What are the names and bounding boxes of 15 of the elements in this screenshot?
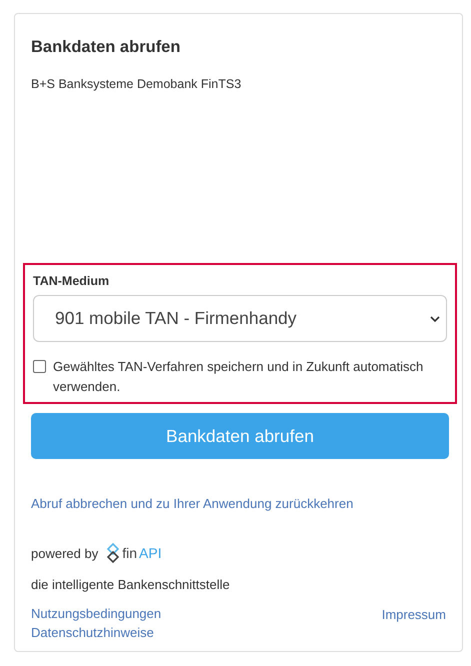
checkbox-label: Gewähltes TAN-Verfahren speichern und in Zukunft automatisch verwenden. — [53, 358, 424, 396]
footer-link[interactable]: Nutzungsbedingungen — [31, 606, 162, 621]
tagline: die intelligente Bankenschnittstelle — [31, 577, 231, 592]
powered-by-text: powered by — [31, 546, 98, 560]
page-title: Bankdaten abrufen — [31, 38, 182, 57]
remember-checkbox[interactable] — [33, 360, 46, 373]
footer-link[interactable]: Datenschutzhinweise — [31, 625, 162, 640]
finapi-logo: finAPI — [106, 543, 162, 563]
footer-link[interactable]: Impressum — [382, 607, 446, 622]
chevron-icon — [430, 314, 440, 322]
field-label: TAN-Medium — [33, 274, 110, 288]
cancel-link[interactable]: Abruf abbrechen und zu Ihrer Anwendung zurückkehren — [31, 496, 354, 511]
tan-medium-select[interactable]: 901 mobile TAN - Firmenhandy — [33, 295, 447, 342]
bank-name: B+S Banksysteme Demobank FinTS3 — [31, 77, 242, 91]
submit-button[interactable]: Bankdaten abrufen — [31, 413, 449, 459]
